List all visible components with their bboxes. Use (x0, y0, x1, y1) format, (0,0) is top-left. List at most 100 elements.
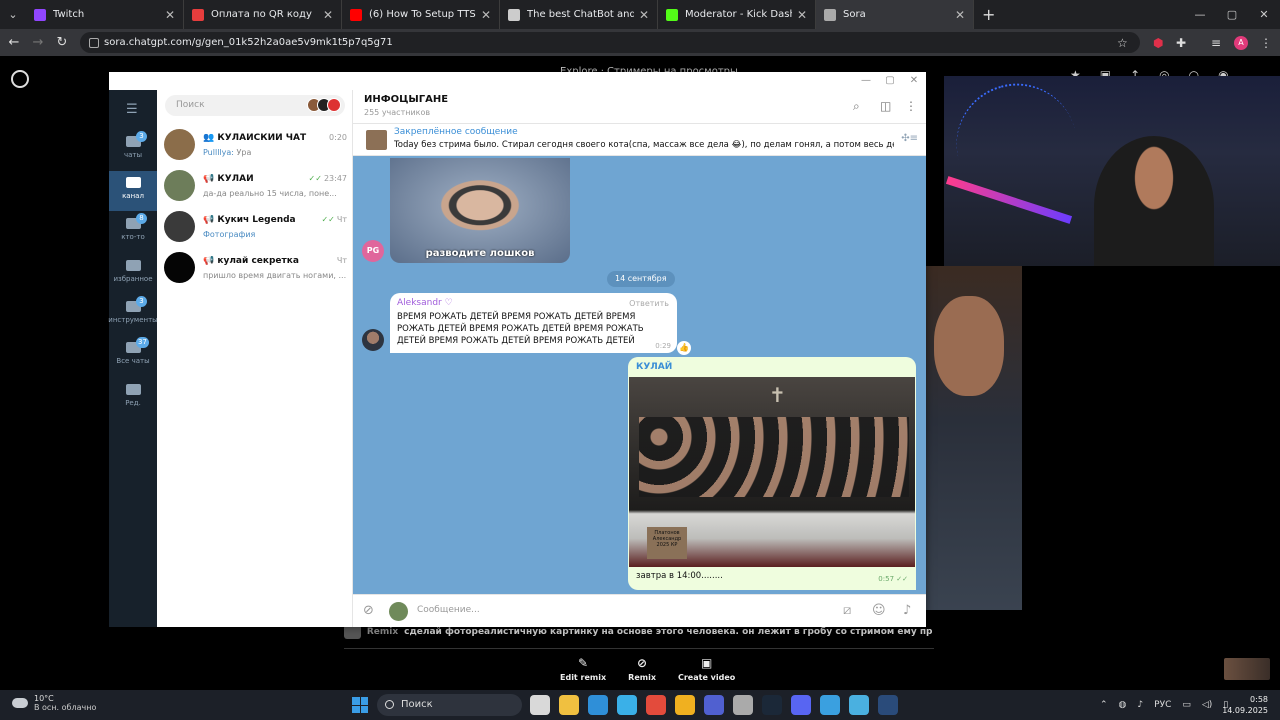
funeral-photo[interactable]: ✝ Платонов Александр 2025 КР (629, 377, 915, 567)
folder-label: канал (122, 192, 144, 200)
back-icon[interactable]: ← (2, 35, 26, 50)
pinned-message[interactable]: Закреплённое сообщение Today без стрима … (353, 124, 926, 156)
tg-minimize-icon[interactable]: — (854, 72, 878, 90)
commands-icon[interactable]: ⧄ (843, 603, 851, 618)
cross-icon: ✝ (769, 383, 786, 407)
tab-close-icon[interactable]: ✕ (165, 8, 175, 22)
message-text: завтра в 14:00........ (636, 571, 723, 581)
folder-tab[interactable]: чаты 3 (109, 130, 157, 170)
chat-search-input[interactable]: Поиск (165, 95, 345, 116)
reply-button[interactable]: Ответить (629, 299, 669, 308)
weather-widget[interactable]: 10°C В осн. облачно (12, 694, 96, 712)
new-tab-button[interactable]: + (982, 5, 995, 24)
send-as-avatar[interactable] (389, 602, 408, 621)
photos-icon[interactable] (849, 695, 869, 715)
app-icon[interactable] (675, 695, 695, 715)
explorer-icon[interactable] (559, 695, 579, 715)
more-icon[interactable]: ⋮ (905, 99, 917, 113)
steam-2-icon[interactable] (878, 695, 898, 715)
telegram-icon[interactable] (617, 695, 637, 715)
message-author[interactable]: Aleksandr (397, 298, 442, 308)
chat-header[interactable]: ИНФОЦЫГАНЕ 255 участников ⌕ ◫ ⋮ (353, 90, 926, 124)
discord-icon[interactable] (791, 695, 811, 715)
volume-icon[interactable]: ◁) (1202, 700, 1212, 710)
reaction-thumbs-up[interactable]: 👍 (677, 341, 691, 355)
start-windows-icon[interactable] (352, 697, 368, 713)
forward-icon[interactable]: → (26, 35, 50, 50)
reading-list-icon[interactable]: ≡ (1211, 29, 1221, 56)
sidebar-toggle-icon[interactable]: ◫ (880, 99, 891, 113)
close-icon[interactable]: ✕ (1248, 0, 1280, 29)
browser-tab[interactable]: Twitch ✕ (26, 0, 184, 29)
maximize-icon[interactable]: ▢ (1216, 0, 1248, 29)
folder-tab[interactable]: канал (109, 171, 157, 211)
openai-logo-icon[interactable] (11, 70, 29, 88)
browser-tab[interactable]: Sora ✕ (816, 0, 974, 29)
tab-close-icon[interactable]: ✕ (955, 8, 965, 22)
chart-app-icon[interactable] (704, 695, 724, 715)
pinned-list-icon[interactable]: ✣≡ (901, 133, 918, 144)
browser-tab[interactable]: The best ChatBot and Widgets ✕ (500, 0, 658, 29)
folder-tab[interactable]: Ред. (109, 378, 157, 418)
reload-icon[interactable]: ↻ (50, 35, 74, 50)
chat-list-item[interactable]: 📢 кулай секретка Чт пришло время двигать н… (157, 247, 353, 288)
meme-image[interactable]: разводите лошков (390, 158, 570, 263)
clock[interactable]: 0:58 14.09.2025 (1222, 694, 1268, 716)
microphone-tray-icon[interactable]: ♪ (1137, 700, 1143, 710)
browser-tab[interactable]: Moderator - Kick Dashboard ✕ (658, 0, 816, 29)
tray-app-icon[interactable]: ◍ (1119, 700, 1127, 710)
message-input[interactable]: Сообщение... (417, 605, 480, 615)
weather-text: В осн. облачно (34, 703, 97, 712)
action-edit-remix[interactable]: ✎ Edit remix (560, 656, 606, 682)
folder-tab[interactable]: Все чаты 37 (109, 336, 157, 376)
hamburger-menu-icon[interactable]: ☰ (126, 102, 140, 117)
tab-close-icon[interactable]: ✕ (323, 8, 333, 22)
taskbar-search[interactable]: Поиск (377, 694, 522, 716)
profile-avatar[interactable]: A (1234, 35, 1248, 50)
steam-icon[interactable] (762, 695, 782, 715)
folder-tab[interactable]: избранное (109, 254, 157, 294)
folder-tab[interactable]: инструменты 3 (108, 295, 158, 335)
tg-close-icon[interactable]: ✕ (902, 72, 926, 90)
language-indicator[interactable]: РУС (1154, 700, 1171, 710)
minimize-icon[interactable]: — (1184, 0, 1216, 29)
unread-badge: 8 (136, 213, 147, 224)
attach-icon[interactable]: ⊘ (363, 603, 374, 618)
emoji-icon[interactable]: ☺ (872, 603, 886, 618)
bookmark-star-icon[interactable]: ☆ (1117, 29, 1128, 56)
tg-maximize-icon[interactable]: ▢ (878, 72, 902, 90)
obs-icon[interactable] (733, 695, 753, 715)
stories-avatars[interactable] (307, 98, 341, 112)
microphone-icon[interactable]: ♪ (903, 603, 911, 618)
network-icon[interactable]: ▭ (1182, 700, 1191, 710)
url-field[interactable]: sora.chatgpt.com/g/gen_01k52h2a0ae5v9mk1… (80, 32, 1140, 53)
extension-icon[interactable]: ⬢ (1153, 29, 1163, 56)
extensions-puzzle-icon[interactable]: ✚ (1176, 29, 1186, 56)
tab-close-icon[interactable]: ✕ (639, 8, 649, 22)
chat-list-item[interactable]: 📢 Кукич Legenda ✓✓ Чт Фотография (157, 206, 353, 247)
video-thumbnails[interactable] (1224, 658, 1270, 680)
chat-list-item[interactable]: 📢 КУЛАЙ ✓✓ 23:47 да-да реально 15 числа, по… (157, 165, 353, 206)
menu-kebab-icon[interactable]: ⋮ (1260, 29, 1272, 56)
tab-close-icon[interactable]: ✕ (797, 8, 807, 22)
browser-tab[interactable]: Оплата по QR коду ✕ (184, 0, 342, 29)
chat-list-item[interactable]: 👥 КУЛАЙСКИЙ ЧАТ 0:20 Pullllya: Ура (157, 124, 353, 165)
browser-tab[interactable]: (6) How To Setup TTS On Kick (✕ (342, 0, 500, 29)
tray-chevron-icon[interactable]: ⌃ (1100, 700, 1108, 710)
sender-avatar[interactable] (362, 329, 384, 351)
chat-time: 0:20 (329, 132, 347, 142)
task-view-icon[interactable] (530, 695, 550, 715)
folder-tab[interactable]: кто-то 8 (109, 212, 157, 252)
chrome-icon[interactable] (646, 695, 666, 715)
action-icon: ✎ (578, 656, 589, 670)
pg-avatar[interactable]: PG (362, 240, 384, 262)
action-remix[interactable]: ⊘ Remix (628, 656, 656, 682)
message-bubble[interactable]: Aleksandr ♡ Ответить ВРЕМЯ РОЖАТЬ ДЕТЕЙ … (390, 293, 691, 355)
edge-icon[interactable] (588, 695, 608, 715)
tab-close-icon[interactable]: ✕ (481, 8, 491, 22)
notepad-icon[interactable] (820, 695, 840, 715)
outgoing-photo-message[interactable]: КУЛАЙ ✝ Платонов Александр 2025 КР завтр… (628, 357, 916, 590)
tab-search-icon[interactable]: ⌄ (0, 8, 26, 21)
search-icon[interactable]: ⌕ (853, 99, 860, 114)
action-create-video[interactable]: ▣ Create video (678, 656, 735, 682)
